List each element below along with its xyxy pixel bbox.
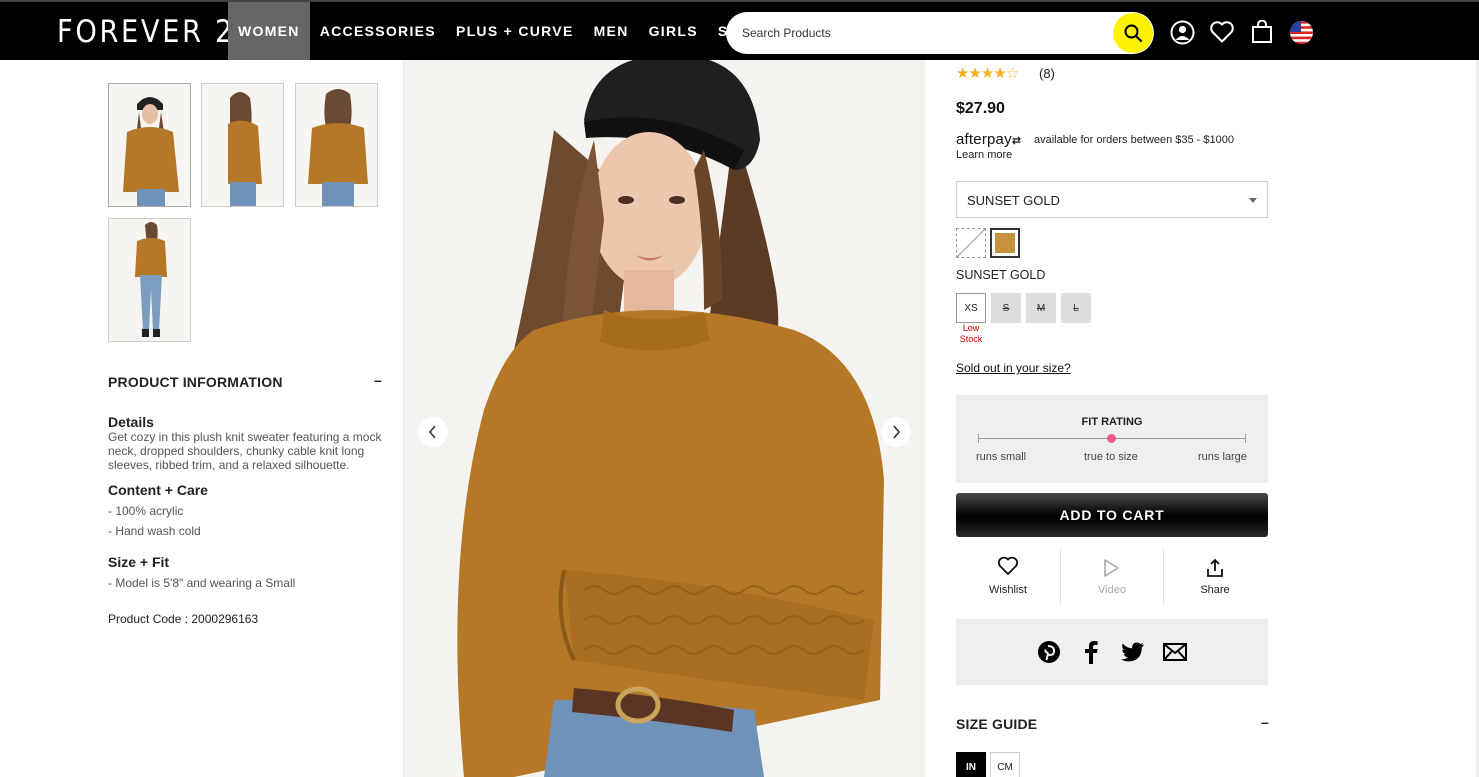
unit-cm-button[interactable]: CM	[990, 752, 1020, 777]
pinterest-button[interactable]	[1036, 639, 1062, 665]
content-care-title: Content + Care	[108, 482, 208, 498]
sold-out-in-size-link[interactable]: Sold out in your size?	[956, 361, 1071, 375]
cart-button[interactable]	[1249, 19, 1275, 45]
top-navigation-bar: FOREVER 21 WOMEN ACCESSORIES PLUS + CURV…	[0, 0, 1479, 60]
twitter-button[interactable]	[1120, 639, 1146, 665]
forever21-logo[interactable]: FOREVER 21	[57, 14, 255, 50]
nav-women[interactable]: WOMEN	[228, 2, 310, 60]
thumbnail-side-view[interactable]	[201, 83, 284, 207]
fit-tick-right	[1245, 434, 1246, 443]
chevron-left-icon	[428, 425, 436, 439]
content-care-item: - 100% acrylic	[108, 504, 184, 518]
twitter-icon	[1121, 642, 1144, 662]
product-information-heading[interactable]: PRODUCT INFORMATION	[108, 374, 384, 390]
video-label: Video	[1098, 584, 1126, 596]
search-icon	[1124, 24, 1143, 43]
size-fit-item: - Model is 5'8" and wearing a Small	[108, 576, 296, 590]
afterpay-logo: afterpay⇄	[956, 131, 1022, 148]
size-l-button[interactable]: L	[1061, 293, 1091, 323]
play-icon	[1104, 559, 1119, 577]
previous-image-button[interactable]	[418, 417, 448, 447]
size-guide-collapse-toggle[interactable]: –	[1261, 714, 1269, 730]
bag-icon	[1252, 20, 1272, 43]
product-price: $27.90	[956, 100, 1005, 117]
product-thumbnail-back	[296, 84, 377, 206]
account-icon	[1170, 20, 1194, 44]
nav-plus-curve[interactable]: PLUS + CURVE	[446, 2, 584, 60]
share-button[interactable]: Share	[1163, 546, 1267, 608]
wishlist-label: Wishlist	[989, 584, 1027, 596]
size-xs-button[interactable]: XS	[956, 293, 986, 323]
details-text: Get cozy in this plush knit sweater feat…	[108, 430, 382, 472]
heart-outline-icon	[997, 556, 1019, 575]
review-count[interactable]: (8)	[1039, 66, 1055, 81]
thumbnail-full-body-view[interactable]	[108, 218, 191, 342]
product-code: Product Code : 2000296163	[108, 612, 259, 626]
email-icon	[1163, 643, 1187, 661]
color-select-value: SUNSET GOLD	[967, 193, 1060, 208]
facebook-icon	[1085, 641, 1098, 664]
afterpay-brand: afterpay	[956, 131, 1012, 148]
size-m-button[interactable]: M	[1026, 293, 1056, 323]
nav-men[interactable]: MEN	[584, 2, 639, 60]
size-s-button[interactable]: S	[991, 293, 1021, 323]
fit-label-true: true to size	[1084, 451, 1138, 463]
thumbnail-back-view[interactable]	[295, 83, 378, 207]
swatch-color-fill	[995, 233, 1015, 253]
strike-icon	[956, 228, 986, 258]
model-photo	[404, 60, 925, 777]
rating-stars[interactable]: ★★★★☆	[956, 64, 1019, 82]
size-guide-heading[interactable]: SIZE GUIDE	[956, 716, 1037, 732]
afterpay-info: available for orders between $35 - $1000	[1034, 134, 1234, 146]
details-title: Details	[108, 414, 154, 430]
search-input[interactable]	[742, 23, 1102, 43]
next-image-button[interactable]	[881, 417, 911, 447]
thumbnail-front-view[interactable]	[108, 83, 191, 207]
fit-tick-left	[978, 434, 979, 443]
chevron-right-icon	[893, 425, 901, 439]
product-information-collapse-toggle[interactable]: –	[374, 372, 382, 388]
us-flag-icon	[1289, 20, 1313, 44]
color-select[interactable]: SUNSET GOLD	[956, 181, 1268, 218]
fit-rating-title: FIT RATING	[1081, 416, 1143, 428]
search-button[interactable]	[1113, 13, 1153, 53]
fit-label-small: runs small	[976, 451, 1027, 463]
product-thumbnail-side	[202, 84, 283, 206]
main-nav: WOMEN ACCESSORIES PLUS + CURVE MEN GIRLS…	[228, 2, 770, 62]
nav-accessories[interactable]: ACCESSORIES	[310, 2, 446, 60]
content-care-item: - Hand wash cold	[108, 524, 201, 538]
unit-in-button[interactable]: IN	[956, 752, 986, 777]
fit-rating-panel: FIT RATING runs small true to size runs …	[956, 395, 1268, 483]
account-button[interactable]	[1169, 19, 1195, 45]
swatch-unavailable[interactable]	[956, 228, 986, 258]
facebook-button[interactable]	[1078, 639, 1104, 665]
fit-rating-marker	[1107, 434, 1116, 443]
afterpay-learn-more-link[interactable]: Learn more	[956, 149, 1012, 161]
share-icon	[1207, 558, 1223, 577]
social-share-panel	[956, 619, 1268, 685]
fit-label-large: runs large	[1198, 451, 1247, 463]
share-label: Share	[1200, 584, 1230, 596]
video-button[interactable]: Video	[1060, 546, 1164, 608]
search-bar	[726, 12, 1154, 54]
selected-color-label: SUNSET GOLD	[956, 268, 1046, 282]
pinterest-icon	[1038, 641, 1060, 663]
product-thumbnail-front	[109, 84, 190, 206]
country-selector[interactable]	[1288, 19, 1314, 45]
swatch-sunset-gold[interactable]	[990, 228, 1020, 258]
wishlist-button[interactable]: Wishlist	[956, 546, 1060, 608]
product-thumbnail-full-body	[109, 219, 190, 341]
heart-icon	[1210, 21, 1234, 43]
nav-girls[interactable]: GIRLS	[639, 2, 708, 60]
low-stock-notice: Low Stock	[959, 323, 983, 344]
wishlist-header-button[interactable]	[1209, 19, 1235, 45]
main-product-image[interactable]	[404, 60, 925, 777]
chevron-down-icon	[1249, 198, 1257, 203]
add-to-cart-button[interactable]: ADD TO CART	[956, 493, 1268, 537]
size-fit-title: Size + Fit	[108, 554, 170, 570]
email-share-button[interactable]	[1162, 639, 1188, 665]
